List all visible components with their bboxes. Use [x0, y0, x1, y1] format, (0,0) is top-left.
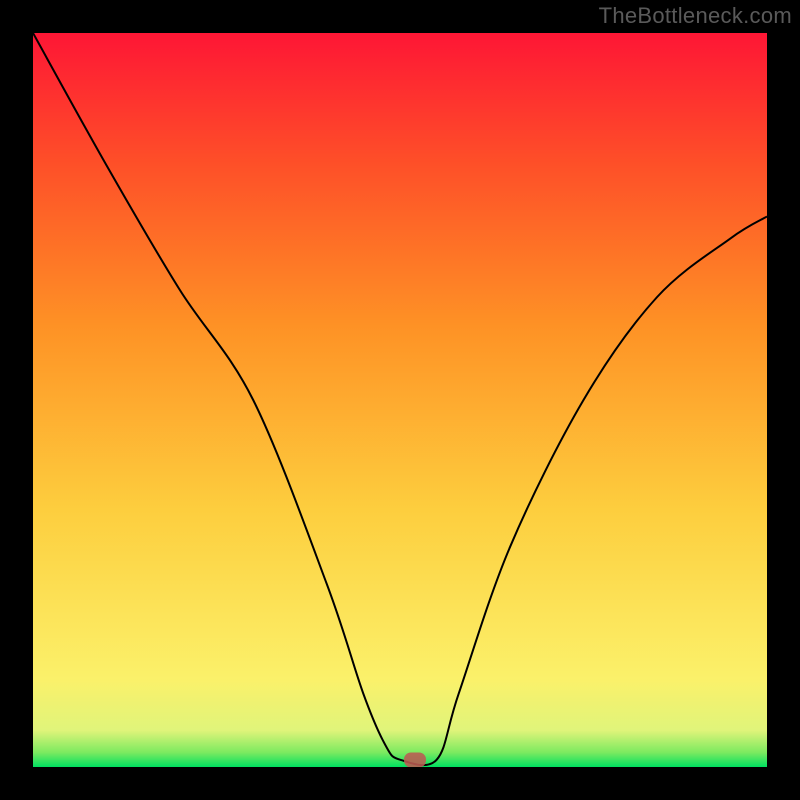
bottleneck-curve — [33, 33, 767, 767]
chart-frame: TheBottleneck.com — [0, 0, 800, 800]
plot-area — [33, 33, 767, 767]
watermark-label: TheBottleneck.com — [599, 3, 792, 29]
optimal-point-marker — [404, 752, 426, 767]
